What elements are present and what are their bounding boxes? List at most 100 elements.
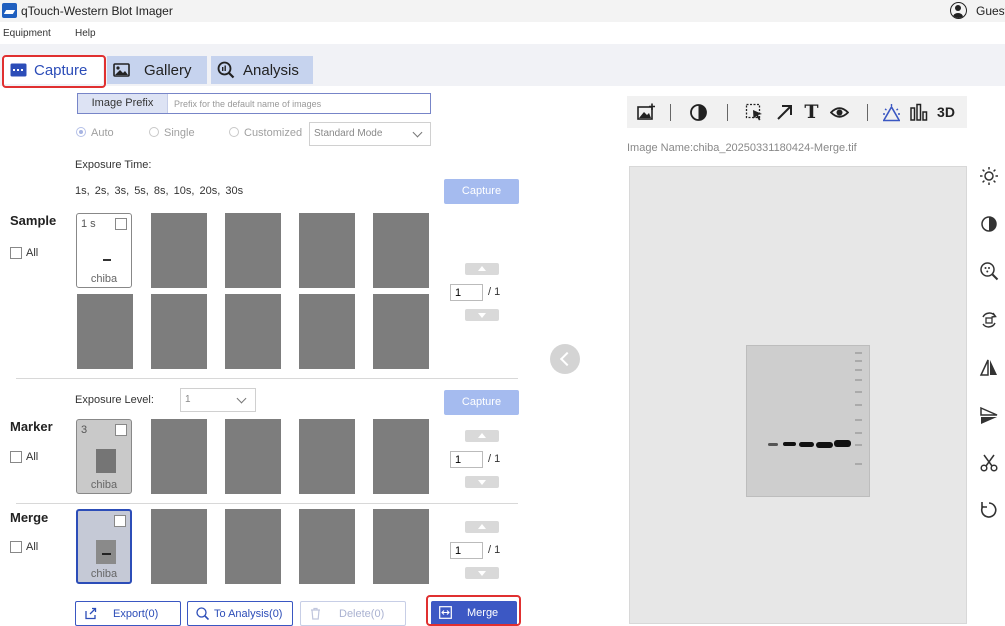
tab-analysis[interactable]: Analysis [211, 56, 313, 84]
eye-icon[interactable] [830, 103, 849, 122]
export-button-label: Export(0) [113, 608, 159, 620]
merge-thumbnail-empty[interactable] [151, 509, 207, 584]
exposure-level-value: 1 [185, 394, 191, 405]
thumbnail-caption: 3 [81, 424, 88, 436]
marker-page-total: / 1 [488, 453, 501, 465]
western-blot-membrane [746, 345, 870, 497]
merge-thumbnail-empty[interactable] [225, 509, 281, 584]
merge-icon [439, 606, 452, 619]
merge-section-title: Merge [10, 510, 49, 525]
exposure-time-options[interactable]: 1s, 2s, 3s, 5s, 8s, 10s, 20s, 30s [75, 185, 243, 197]
reset-icon[interactable] [979, 500, 999, 520]
marker-thumbnail-1[interactable]: 3 chiba [76, 419, 132, 494]
sample-thumbnail-empty[interactable] [299, 213, 355, 288]
sample-all-checkbox[interactable] [10, 247, 22, 259]
gallery-icon [113, 63, 130, 77]
zoom-icon[interactable] [979, 261, 999, 281]
image-prefix-input[interactable] [174, 96, 424, 111]
radio-auto-label: Auto [91, 127, 114, 139]
merge-page-total: / 1 [488, 544, 501, 556]
export-button[interactable]: Export(0) [75, 601, 181, 626]
image-prefix-field: Image Prefix [77, 93, 431, 114]
sample-thumbnail-empty[interactable] [77, 294, 133, 369]
merge-thumbnail-1[interactable]: chiba [76, 509, 132, 584]
brightness-icon[interactable] [979, 166, 999, 186]
arrow-annotation-icon[interactable] [775, 103, 794, 122]
menu-help[interactable]: Help [75, 28, 96, 39]
marker-capture-button[interactable]: Capture [444, 390, 519, 415]
merge-page-input[interactable] [450, 542, 483, 559]
collapse-panel-button[interactable] [550, 344, 580, 374]
marker-thumbnail-empty[interactable] [151, 419, 207, 494]
radio-auto[interactable] [76, 127, 86, 137]
sample-thumbnail-empty[interactable] [151, 294, 207, 369]
bar-chart-icon[interactable] [909, 103, 928, 122]
app-logo-icon [2, 3, 17, 18]
merge-button[interactable]: Merge [431, 601, 517, 626]
title-bar: qTouch-Western Blot Imager Guest [0, 0, 1005, 22]
radio-single-label: Single [164, 127, 195, 139]
marker-thumbnail-empty[interactable] [373, 419, 429, 494]
3d-view-icon[interactable]: 3D [934, 103, 958, 122]
merge-page-up-button[interactable] [465, 521, 499, 533]
menu-equipment[interactable]: Equipment [3, 28, 51, 39]
sample-page-input[interactable] [450, 284, 483, 301]
exposure-peak-icon[interactable] [882, 103, 901, 122]
user-name[interactable]: Guest [976, 4, 1005, 18]
thumbnail-checkbox[interactable] [114, 515, 126, 527]
thumbnail-blot-preview [96, 540, 116, 564]
exposure-level-dropdown[interactable]: 1 [180, 388, 256, 412]
rotate-icon[interactable] [979, 310, 999, 330]
sample-thumbnail-empty[interactable] [373, 213, 429, 288]
thumbnail-checkbox[interactable] [115, 424, 127, 436]
marker-section-title: Marker [10, 419, 53, 434]
user-avatar-icon[interactable] [950, 2, 967, 19]
sample-thumbnail-1[interactable]: 1 s chiba [76, 213, 132, 288]
image-preview-canvas[interactable] [629, 166, 967, 624]
tab-gallery[interactable]: Gallery [107, 56, 207, 84]
sample-capture-button[interactable]: Capture [444, 179, 519, 204]
sample-thumbnail-empty[interactable] [373, 294, 429, 369]
sample-thumbnail-empty[interactable] [299, 294, 355, 369]
marker-page-down-button[interactable] [465, 476, 499, 488]
sample-page-up-button[interactable] [465, 263, 499, 275]
tab-bar: Capture Gallery Analysis [0, 44, 1005, 86]
marker-thumbnail-empty[interactable] [299, 419, 355, 494]
ladder-mark [855, 369, 862, 371]
flip-horizontal-icon[interactable] [979, 358, 999, 378]
section-divider [16, 378, 518, 379]
protein-band [799, 442, 814, 447]
marker-thumbnail-empty[interactable] [225, 419, 281, 494]
add-image-icon[interactable] [637, 103, 656, 122]
sample-all-label: All [26, 247, 39, 259]
merge-thumbnail-empty[interactable] [299, 509, 355, 584]
mode-dropdown[interactable]: Standard Mode [309, 122, 431, 146]
marker-page-input[interactable] [450, 451, 483, 468]
marker-page-up-button[interactable] [465, 430, 499, 442]
thumbnail-name: chiba [90, 273, 118, 285]
mode-dropdown-value: Standard Mode [314, 128, 383, 139]
merge-button-label: Merge [467, 607, 499, 619]
merge-page-down-button[interactable] [465, 567, 499, 579]
text-annotation-icon[interactable]: T [802, 103, 821, 122]
sample-thumbnail-empty[interactable] [225, 294, 281, 369]
merge-thumbnail-empty[interactable] [373, 509, 429, 584]
crop-scissors-icon[interactable] [979, 453, 999, 473]
sample-page-down-button[interactable] [465, 309, 499, 321]
sample-thumbnail-empty[interactable] [225, 213, 281, 288]
radio-customized[interactable] [229, 127, 239, 137]
to-analysis-button[interactable]: To Analysis(0) [187, 601, 293, 626]
tab-capture[interactable]: Capture [3, 56, 103, 84]
protein-band [816, 442, 833, 448]
merge-all-checkbox[interactable] [10, 541, 22, 553]
image-prefix-label: Image Prefix [78, 94, 168, 113]
thumbnail-checkbox[interactable] [115, 218, 127, 230]
radio-single[interactable] [149, 127, 159, 137]
delete-button[interactable]: Delete(0) [300, 601, 406, 626]
sample-thumbnail-empty[interactable] [151, 213, 207, 288]
flip-vertical-icon[interactable] [979, 406, 999, 426]
contrast-icon[interactable] [979, 214, 999, 234]
marker-all-checkbox[interactable] [10, 451, 22, 463]
select-cursor-icon[interactable] [745, 103, 764, 122]
contrast-icon[interactable] [689, 103, 708, 122]
